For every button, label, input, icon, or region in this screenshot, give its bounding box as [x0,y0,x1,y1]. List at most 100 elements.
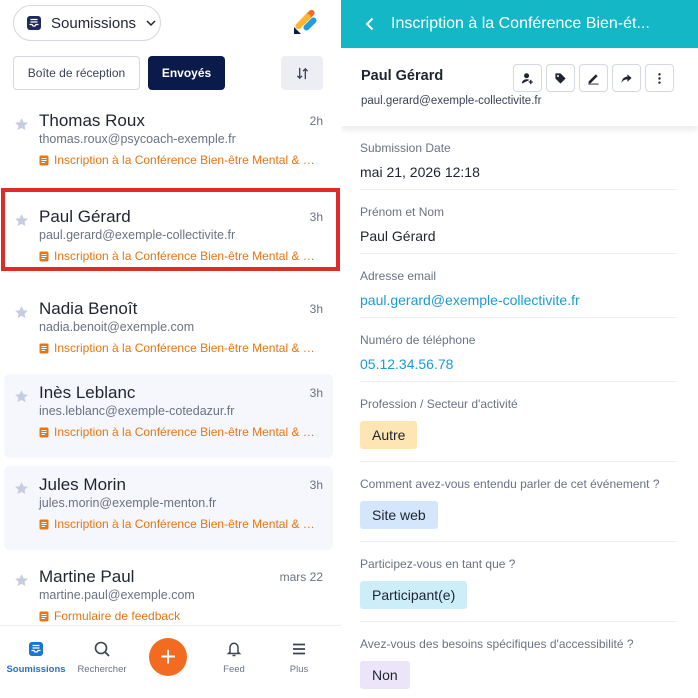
submission-item[interactable]: Paul Gérard paul.gerard@exemple-collecti… [4,198,333,282]
field-label: Comment avez-vous entendu parler de cet … [360,477,660,491]
submitter-name: Inès Leblanc [39,383,136,402]
field-label: Avez-vous des besoins spécifiques d'acce… [360,637,634,651]
form-document-icon [39,251,49,261]
submitter-name: Thomas Roux [39,111,145,130]
nav-submissions[interactable]: Soumissions [4,640,68,675]
field-value: mai 21, 2026 12:18 [360,164,480,180]
field-accessibility: Avez-vous des besoins spécifiques d'acce… [360,637,677,689]
submission-time: 3h [309,478,323,492]
divider [360,253,677,254]
sent-filter-button[interactable]: Envoyés [148,56,225,90]
chevron-down-icon [145,17,157,29]
value-pill: Non [360,661,410,689]
field-label: Prénom et Nom [360,205,445,219]
field-submission-date: Submission Date mai 21, 2026 12:18 [360,141,677,180]
edit-button[interactable] [579,64,608,92]
nav-submissions-label: Soumissions [6,664,66,675]
forward-button[interactable] [612,64,641,92]
submitter-email: nadia.benoit@exemple.com [39,320,195,334]
back-arrow-icon[interactable] [363,17,377,31]
add-button[interactable]: + [149,638,187,676]
value-pill: Site web [360,501,438,529]
submission-item[interactable]: Jules Morin jules.morin@exemple-menton.f… [4,466,333,550]
divider [360,189,677,190]
tag-icon [555,72,566,84]
top-bar: Soumissions [0,0,341,48]
submission-form: Inscription à la Conférence Bien-être Me… [39,153,319,167]
submission-item[interactable]: Nadia Benoît nadia.benoit@exemple.com 3h… [4,290,333,374]
field-label: Submission Date [360,141,451,155]
action-toolbar [513,64,674,92]
star-icon[interactable] [14,481,29,496]
inbox-filter-button[interactable]: Boîte de réception [13,56,140,90]
submitter-name: Paul Gérard [39,207,131,226]
bottom-nav: Soumissions Rechercher + Feed Plus [0,625,341,698]
pencil-icon [588,73,599,85]
assign-button[interactable] [513,64,542,92]
submission-time: 3h [309,210,323,224]
email-link[interactable]: paul.gerard@exemple-collectivite.fr [360,292,677,308]
nav-feed-label: Feed [223,664,245,675]
submission-time: 3h [309,386,323,400]
sort-arrows-icon [296,67,308,79]
inbox-tray-icon [26,15,42,31]
submissions-panel: Soumissions Boîte de réception Envoyés T… [0,0,341,698]
star-icon[interactable] [14,573,29,588]
submission-form: Inscription à la Conférence Bien-être Me… [39,425,319,439]
bell-icon [226,642,242,657]
field-value: Paul Gérard [360,228,436,244]
submission-form: Inscription à la Conférence Bien-être Me… [39,341,319,355]
field-label: Profession / Secteur d'activité [360,397,518,411]
divider [360,461,677,462]
divider [360,317,677,318]
submission-form: Inscription à la Conférence Bien-être Me… [39,517,319,531]
field-source: Comment avez-vous entendu parler de cet … [360,477,677,529]
star-icon[interactable] [14,117,29,132]
nav-search[interactable]: Rechercher [70,640,134,675]
submitter-email: thomas.roux@psycoach-exemple.fr [39,132,236,146]
form-document-icon [39,519,49,529]
field-participation: Participez-vous en tant que ? Participan… [360,557,677,609]
submission-item[interactable]: Inès Leblanc ines.leblanc@exemple-coteda… [4,374,333,458]
divider [360,621,677,622]
form-selector-label: Soumissions [51,14,137,32]
nav-feed[interactable]: Feed [202,640,266,675]
sender-card: Paul Gérard paul.gerard@exemple-collecti… [341,48,698,126]
divider [360,381,677,382]
form-document-icon [39,427,49,437]
submitter-name: Jules Morin [39,475,126,494]
form-selector[interactable]: Soumissions [13,5,161,41]
value-pill: Participant(e) [360,581,468,609]
submission-form: Inscription à la Conférence Bien-être Me… [39,249,319,263]
submitter-email: martine.paul@exemple.com [39,588,195,602]
user-assign-icon [521,72,533,84]
star-icon[interactable] [14,389,29,404]
field-label: Participez-vous en tant que ? [360,557,516,571]
form-document-icon [39,155,49,165]
star-icon[interactable] [14,213,29,228]
submission-form-name: Inscription à la Conférence Bien-être Me… [54,425,319,439]
submission-form-name: Inscription à la Conférence Bien-être Me… [54,249,319,263]
nav-more-label: Plus [289,664,309,675]
submitter-email: ines.leblanc@exemple-cotedazur.fr [39,404,235,418]
submission-item[interactable]: Thomas Roux thomas.roux@psycoach-exemple… [4,102,333,186]
tag-button[interactable] [546,64,575,92]
submission-form-name: Inscription à la Conférence Bien-être Me… [54,341,319,355]
phone-link[interactable]: 05.12.34.56.78 [360,356,677,372]
more-options-button[interactable] [645,64,674,92]
submission-time: 2h [309,114,323,128]
submitter-email: jules.morin@exemple-menton.fr [39,496,217,510]
form-document-icon [39,343,49,353]
star-icon[interactable] [14,305,29,320]
field-email: Adresse email paul.gerard@exemple-collec… [360,269,677,308]
submitter-name: Nadia Benoît [39,299,138,318]
nav-more[interactable]: Plus [267,640,331,675]
field-label: Adresse email [360,269,437,283]
search-icon [94,641,110,657]
hamburger-menu-icon [293,643,305,655]
field-full-name: Prénom et Nom Paul Gérard [360,205,677,244]
submitter-email: paul.gerard@exemple-collectivite.fr [39,228,236,242]
sort-button[interactable] [281,56,323,90]
filter-row: Boîte de réception Envoyés [0,56,341,92]
forward-arrow-icon [621,73,632,83]
